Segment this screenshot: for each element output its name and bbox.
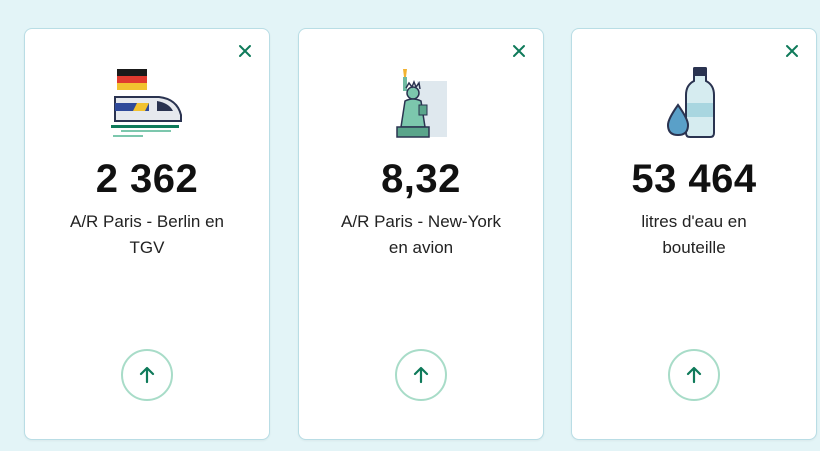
train-germany-icon — [111, 69, 182, 137]
equivalent-label-line2: TGV — [129, 238, 165, 257]
equivalent-card-water: 53 464 litres d'eau en bouteille — [571, 28, 817, 440]
arrow-up-icon — [413, 366, 429, 384]
close-icon[interactable] — [509, 41, 529, 61]
equivalent-label-line1: A/R Paris - Berlin en — [70, 212, 224, 231]
equivalent-label: A/R Paris - Berlin en TGV — [43, 209, 251, 261]
equivalent-value: 8,32 — [381, 157, 461, 201]
equivalent-label-line2: en avion — [388, 238, 454, 257]
scroll-up-button[interactable] — [395, 349, 447, 401]
statue-of-liberty-icon — [396, 69, 447, 138]
arrow-up-icon — [139, 366, 155, 384]
equivalent-label-line1: litres d'eau en — [641, 212, 747, 231]
scroll-up-button[interactable] — [668, 349, 720, 401]
equivalent-label: litres d'eau en bouteille — [590, 209, 798, 261]
equivalents-panel: 2 362 A/R Paris - Berlin en TGV 8,32 A/R… — [0, 0, 820, 451]
equivalent-card-flight: 8,32 A/R Paris - New-York en avion — [298, 28, 544, 440]
equivalent-label-line1: A/R Paris - New-York — [341, 212, 501, 231]
close-icon[interactable] — [782, 41, 802, 61]
water-bottle-icon — [666, 67, 715, 138]
close-icon[interactable] — [235, 41, 255, 61]
equivalent-value: 2 362 — [95, 157, 199, 201]
equivalent-value: 53 464 — [631, 157, 757, 201]
equivalent-label: A/R Paris - New-York en avion — [317, 209, 525, 261]
arrow-up-icon — [686, 366, 702, 384]
equivalent-card-train: 2 362 A/R Paris - Berlin en TGV — [24, 28, 270, 440]
scroll-up-button[interactable] — [121, 349, 173, 401]
equivalent-label-line2: bouteille — [662, 238, 726, 257]
